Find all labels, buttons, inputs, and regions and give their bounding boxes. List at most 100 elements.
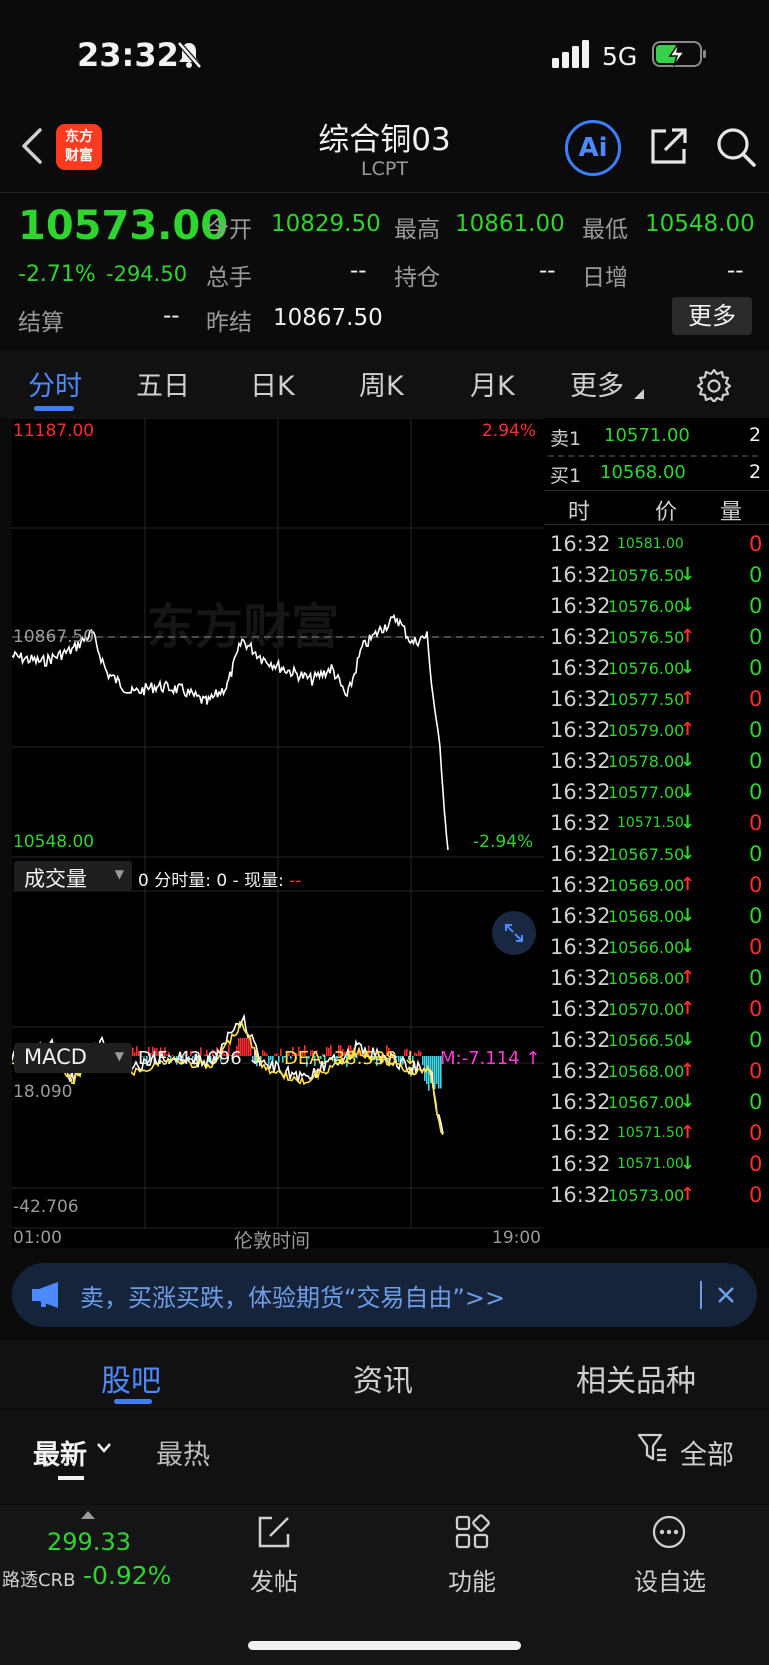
tab-day-k[interactable]: 日K (250, 364, 295, 403)
trade-time: 16:32 (550, 780, 611, 804)
trade-time: 16:32 (550, 1183, 611, 1207)
trade-time: 16:32 (550, 656, 611, 680)
macd-bar (428, 1056, 430, 1091)
position-label: 持仓 (394, 265, 440, 291)
expand-chart-button[interactable] (492, 911, 536, 955)
tab-news[interactable]: 资讯 (353, 1356, 413, 1400)
book-header-divider (544, 490, 769, 491)
trade-qty: 0 (749, 1183, 763, 1207)
trade-row: 16:32 10566.00 ↓ 0 (544, 935, 769, 965)
x-start-label: 01:00 (13, 1228, 62, 1248)
ai-assistant-button[interactable]: Ai (565, 120, 621, 176)
filter-hot[interactable]: 最热 (156, 1433, 210, 1472)
low-value: 10548.00 (645, 211, 755, 237)
filter-funnel-icon[interactable] (637, 1432, 667, 1464)
tab-more[interactable]: 更多 (570, 364, 624, 403)
macd-bar (278, 1056, 280, 1063)
banner-text[interactable]: 卖，买涨买跌，体验期货“交易自由”>> (80, 1278, 505, 1313)
share-icon[interactable] (648, 125, 690, 167)
macd-indicator-select[interactable]: MACD ▼ (14, 1043, 132, 1073)
buy1-label: 买1 (550, 465, 582, 487)
dropdown-triangle-icon (634, 389, 644, 399)
daily-increase-value: -- (727, 258, 744, 284)
chevron-down-icon: ▼ (114, 867, 124, 881)
trade-price: 10567.00 (608, 1093, 685, 1112)
functions-button-label[interactable]: 功能 (448, 1562, 496, 1597)
tab-related[interactable]: 相关品种 (576, 1356, 696, 1400)
filter-latest[interactable]: 最新 (33, 1433, 87, 1472)
arrow-down-icon: ↓ (680, 595, 696, 616)
close-icon[interactable] (716, 1285, 736, 1305)
trade-price: 10576.50 (608, 628, 685, 647)
trade-price: 10567.50 (608, 845, 685, 864)
trade-row: 16:32 10571.50 ↓ 0 (544, 811, 769, 841)
settle-value: -- (163, 303, 180, 329)
macd-indicator-label: MACD (24, 1045, 87, 1069)
trade-price: 10577.50 (608, 690, 685, 709)
macd-bar (280, 1048, 282, 1056)
trade-qty: 0 (749, 780, 763, 804)
macd-bar (434, 1056, 436, 1090)
trade-row: 16:32 10570.00 ↑ 0 (544, 997, 769, 1027)
trade-row: 16:32 10571.50 ↑ 0 (544, 1121, 769, 1151)
arrow-down-icon: ↓ (680, 1029, 696, 1050)
more-circle-icon[interactable] (651, 1514, 687, 1550)
trade-price: 10571.50 (617, 1125, 684, 1141)
trade-row: 16:32 10576.50 ↓ 0 (544, 563, 769, 593)
volume-info-text: 0 分时量: 0 - 现量: (138, 871, 284, 891)
tab-week-k[interactable]: 周K (359, 364, 404, 403)
trade-price: 10576.00 (608, 597, 685, 616)
macd-bar (422, 1056, 424, 1066)
status-time: 23:32 (77, 36, 179, 74)
trade-qty: 0 (749, 532, 763, 556)
trade-qty: 0 (749, 904, 763, 928)
tab-month-k[interactable]: 月K (470, 364, 515, 403)
search-icon[interactable] (714, 125, 758, 169)
x-axis-title: 伦敦时间 (234, 1230, 311, 1252)
more-quote-button[interactable]: 更多 (672, 297, 752, 335)
macd-bar (132, 1047, 134, 1056)
trade-qty: 0 (749, 656, 763, 680)
trade-time: 16:32 (550, 904, 611, 928)
trade-price: 10576.50 (608, 566, 685, 585)
volume-info: 0 分时量: 0 - 现量: -- (138, 866, 302, 891)
volume-indicator-select[interactable]: 成交量 ▼ (14, 861, 132, 891)
trade-price: 10581.00 (617, 536, 684, 552)
trade-time: 16:32 (550, 1028, 611, 1052)
trade-price: 10568.00 (608, 1062, 685, 1081)
filter-all[interactable]: 全部 (680, 1433, 734, 1472)
arrow-down-icon: ↓ (680, 657, 696, 678)
arrow-down-icon: ↓ (680, 936, 696, 957)
volume-indicator-label: 成交量 (24, 867, 87, 891)
tab-five-day[interactable]: 五日 (136, 364, 190, 403)
trade-row: 16:32 10568.00 ↑ 0 (544, 1059, 769, 1089)
trade-time: 16:32 (550, 625, 611, 649)
trade-row: 16:32 10566.50 ↓ 0 (544, 1028, 769, 1058)
macd-bar (274, 1054, 276, 1056)
active-tab-indicator (34, 406, 74, 411)
grid-functions-icon[interactable] (454, 1514, 490, 1550)
post-button-label[interactable]: 发帖 (250, 1562, 298, 1597)
arrow-up-icon: ↑ (680, 626, 696, 647)
trade-qty: 0 (749, 1059, 763, 1083)
col-qty-header: 量 (720, 500, 743, 525)
trade-qty: 0 (749, 625, 763, 649)
arrow-up-icon: ↑ (680, 874, 696, 895)
trade-qty: 0 (749, 563, 763, 587)
y-min-label: 10548.00 (13, 832, 95, 852)
ticker-change[interactable]: -0.92% (83, 1561, 171, 1590)
add-watchlist-label[interactable]: 设自选 (634, 1562, 706, 1597)
trade-qty: 0 (749, 873, 763, 897)
arrow-down-icon: ↓ (680, 812, 696, 833)
volume-value: -- (350, 258, 367, 284)
ticker-name[interactable]: 路透CRB (2, 1566, 75, 1592)
trade-time: 16:32 (550, 1121, 611, 1145)
home-indicator (248, 1641, 521, 1650)
daily-increase-label: 日增 (582, 265, 628, 291)
tab-intraday[interactable]: 分时 (28, 364, 82, 403)
edit-post-icon[interactable] (256, 1514, 292, 1550)
trade-row: 16:32 10577.00 ↓ 0 (544, 780, 769, 810)
settings-gear-icon[interactable] (697, 368, 731, 402)
tab-forum[interactable]: 股吧 (101, 1356, 161, 1400)
ticker-value[interactable]: 299.33 (47, 1528, 131, 1556)
